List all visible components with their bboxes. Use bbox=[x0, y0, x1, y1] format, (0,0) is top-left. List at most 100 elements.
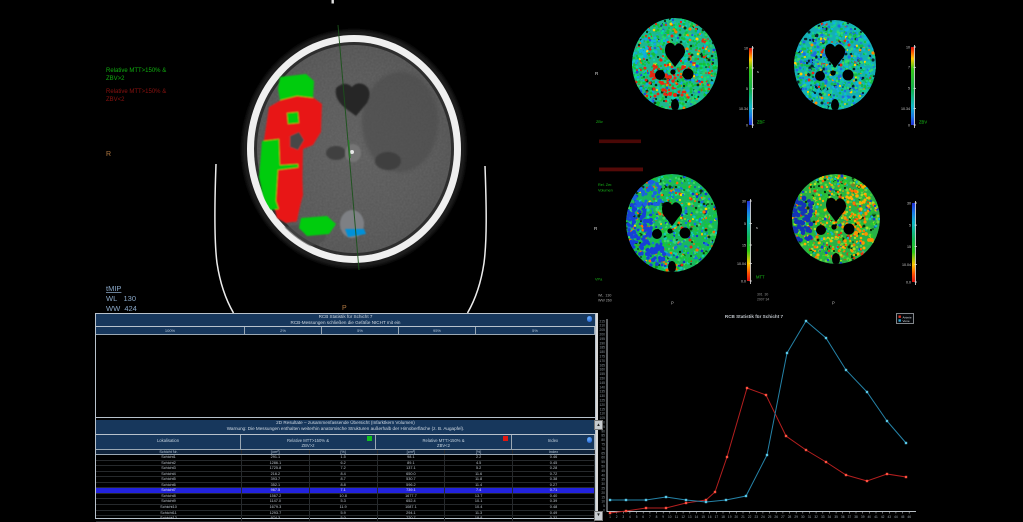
svg-text:55: 55 bbox=[601, 460, 605, 464]
svg-text:5: 5 bbox=[746, 87, 748, 91]
svg-text:5: 5 bbox=[603, 504, 605, 508]
svg-text:WW 424: WW 424 bbox=[106, 304, 137, 313]
svg-text:165: 165 bbox=[599, 363, 605, 367]
svg-text:80: 80 bbox=[601, 438, 605, 442]
svg-text:P: P bbox=[342, 305, 347, 312]
svg-text:13: 13 bbox=[688, 515, 692, 519]
svg-text:24: 24 bbox=[761, 515, 765, 519]
svg-text:Rel. Zer.: Rel. Zer. bbox=[598, 183, 612, 187]
svg-text:21: 21 bbox=[741, 515, 745, 519]
svg-text:15: 15 bbox=[742, 243, 746, 247]
svg-text:17: 17 bbox=[715, 515, 719, 519]
svg-text:210: 210 bbox=[599, 324, 605, 328]
svg-text:s: s bbox=[757, 70, 759, 74]
svg-text:Volumen: Volumen bbox=[598, 189, 613, 193]
svg-text:31: 31 bbox=[808, 515, 812, 519]
svg-text:38: 38 bbox=[854, 515, 858, 519]
svg-text:10: 10 bbox=[601, 500, 605, 504]
svg-text:170: 170 bbox=[599, 359, 605, 363]
svg-text:7: 7 bbox=[649, 515, 651, 519]
svg-text:18: 18 bbox=[721, 515, 725, 519]
svg-text:P: P bbox=[671, 301, 674, 306]
svg-text:39: 39 bbox=[861, 515, 865, 519]
svg-text:44: 44 bbox=[894, 515, 898, 519]
svg-text:10.04: 10.04 bbox=[902, 263, 911, 267]
svg-text:14: 14 bbox=[695, 515, 699, 519]
svg-text:46: 46 bbox=[907, 515, 911, 519]
svg-text:35: 35 bbox=[601, 478, 605, 482]
svg-text:MTT: MTT bbox=[756, 275, 765, 280]
svg-text:15: 15 bbox=[601, 495, 605, 499]
svg-text:34: 34 bbox=[828, 515, 832, 519]
svg-text:8: 8 bbox=[656, 515, 658, 519]
svg-text:85: 85 bbox=[601, 434, 605, 438]
svg-text:41: 41 bbox=[874, 515, 878, 519]
svg-text:Vene: Vene bbox=[903, 319, 910, 323]
svg-text:15: 15 bbox=[701, 515, 705, 519]
svg-text:75: 75 bbox=[601, 443, 605, 447]
svg-text:1: 1 bbox=[609, 515, 611, 519]
svg-text:0: 0 bbox=[746, 123, 748, 127]
svg-text:10: 10 bbox=[668, 515, 672, 519]
svg-text:tMIP: tMIP bbox=[106, 284, 121, 293]
svg-text:301 30: 301 30 bbox=[757, 293, 768, 297]
svg-text:Relative MTT>150% &: Relative MTT>150% & bbox=[106, 68, 166, 74]
svg-text:0.0: 0.0 bbox=[741, 279, 746, 283]
svg-text:110: 110 bbox=[600, 412, 605, 416]
svg-text:0: 0 bbox=[908, 123, 910, 127]
svg-text:22: 22 bbox=[748, 515, 752, 519]
svg-text:195: 195 bbox=[599, 337, 605, 341]
svg-text:2: 2 bbox=[616, 515, 618, 519]
svg-text:20: 20 bbox=[601, 491, 605, 495]
svg-text:10.34: 10.34 bbox=[901, 107, 910, 111]
svg-text:WL 130: WL 130 bbox=[598, 294, 611, 298]
svg-text:s: s bbox=[756, 226, 758, 230]
svg-text:10: 10 bbox=[906, 45, 910, 49]
svg-text:Relative MTT>150% &: Relative MTT>150% & bbox=[106, 89, 166, 95]
svg-text:5: 5 bbox=[636, 515, 638, 519]
svg-text:43: 43 bbox=[888, 515, 892, 519]
svg-text:185: 185 bbox=[599, 346, 605, 350]
svg-text:16: 16 bbox=[708, 515, 712, 519]
svg-text:37: 37 bbox=[848, 515, 852, 519]
svg-text:190: 190 bbox=[599, 341, 605, 345]
svg-text:30: 30 bbox=[907, 201, 911, 205]
svg-text:6: 6 bbox=[642, 515, 644, 519]
svg-text:5: 5 bbox=[744, 222, 746, 226]
svg-text:205: 205 bbox=[599, 328, 605, 332]
svg-text:145: 145 bbox=[599, 381, 605, 385]
svg-text:ZBV>2: ZBV>2 bbox=[106, 76, 125, 82]
svg-text:30: 30 bbox=[742, 199, 746, 203]
svg-text:32: 32 bbox=[814, 515, 818, 519]
svg-text:120: 120 bbox=[599, 403, 605, 407]
svg-text:10.34: 10.34 bbox=[739, 107, 748, 111]
svg-text:15: 15 bbox=[907, 245, 911, 249]
svg-text:WW 260: WW 260 bbox=[598, 299, 612, 303]
svg-text:29: 29 bbox=[794, 515, 798, 519]
svg-text:7: 7 bbox=[908, 66, 910, 70]
svg-text:23: 23 bbox=[755, 515, 759, 519]
svg-text:5: 5 bbox=[908, 87, 910, 91]
svg-text:10.04: 10.04 bbox=[737, 262, 746, 266]
svg-text:ZBv: ZBv bbox=[596, 120, 603, 124]
svg-text:7: 7 bbox=[746, 66, 748, 70]
svg-text:25: 25 bbox=[768, 515, 772, 519]
svg-text:R: R bbox=[594, 226, 598, 231]
svg-text:180: 180 bbox=[599, 350, 605, 354]
svg-text:33: 33 bbox=[821, 515, 825, 519]
svg-text:65: 65 bbox=[601, 451, 605, 455]
svg-text:200: 200 bbox=[599, 333, 605, 337]
svg-text:70: 70 bbox=[601, 447, 605, 451]
svg-text:P: P bbox=[832, 301, 835, 306]
svg-text:155: 155 bbox=[599, 372, 605, 376]
svg-text:215: 215 bbox=[599, 319, 605, 323]
svg-text:50: 50 bbox=[601, 465, 605, 469]
svg-text:42: 42 bbox=[881, 515, 885, 519]
svg-text:135: 135 bbox=[599, 390, 605, 394]
svg-text:30: 30 bbox=[801, 515, 805, 519]
svg-text:175: 175 bbox=[599, 355, 605, 359]
svg-text:40: 40 bbox=[601, 473, 605, 477]
svg-text:ZBV<2: ZBV<2 bbox=[106, 97, 125, 103]
svg-text:30: 30 bbox=[601, 482, 605, 486]
svg-text:5: 5 bbox=[909, 224, 911, 228]
